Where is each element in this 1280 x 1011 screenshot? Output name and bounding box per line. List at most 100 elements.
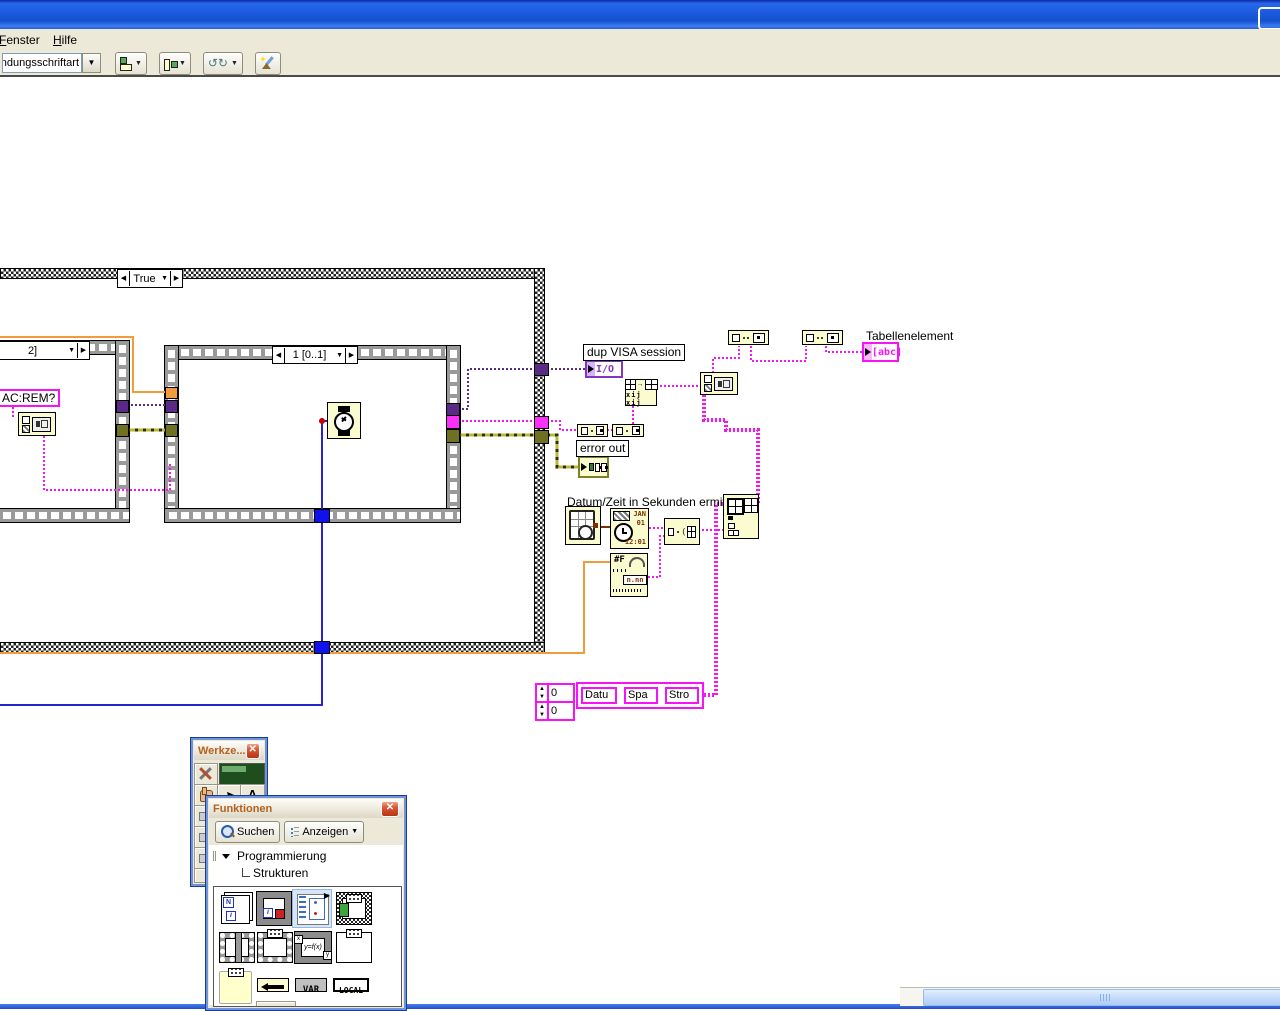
menu-fenster[interactable]: Fenster bbox=[0, 31, 42, 49]
table-element-label[interactable]: Tabellenelement bbox=[866, 329, 953, 343]
formula-node-icon[interactable]: y=f(x) x y bbox=[294, 931, 332, 964]
get-datetime-seconds-node[interactable] bbox=[565, 506, 601, 545]
scrollbar-thumb[interactable] bbox=[923, 989, 1280, 1006]
distribute-objects-button[interactable]: ▼ bbox=[158, 51, 191, 75]
case-next-icon[interactable]: ▶ bbox=[170, 271, 182, 286]
tree-row-strukturen[interactable]: Strukturen bbox=[209, 863, 403, 880]
case-selector-label[interactable]: ◀ True ▼ ▶ bbox=[117, 269, 183, 288]
string-function-node[interactable] bbox=[577, 424, 608, 437]
for-loop-icon[interactable]: N i bbox=[219, 892, 253, 925]
string-function-node[interactable] bbox=[728, 330, 769, 345]
disable-structure-icon[interactable] bbox=[336, 929, 372, 963]
array-index[interactable]: ▲ ▼ ▲ ▼ bbox=[537, 685, 549, 719]
string-array-indicator[interactable]: [abc] bbox=[862, 342, 903, 362]
tools-palette-titlebar[interactable]: Werkze... ✕ bbox=[194, 741, 264, 760]
string-function-node[interactable] bbox=[802, 330, 843, 345]
window-button-fragment[interactable] bbox=[1258, 7, 1280, 30]
sequence-next-icon[interactable]: ▶ bbox=[345, 347, 357, 363]
table-cell[interactable]: Datu bbox=[581, 687, 617, 704]
case-structure-right-border[interactable] bbox=[534, 268, 545, 653]
string-constant[interactable]: AC:REM? bbox=[0, 389, 61, 407]
string-wire bbox=[825, 346, 863, 353]
left-structure-next-icon[interactable]: ▶ bbox=[77, 343, 89, 358]
left-structure-bottom-border[interactable] bbox=[0, 508, 130, 523]
distribute-icon bbox=[163, 57, 178, 71]
tree-row-programmierung[interactable]: Programmierung bbox=[209, 845, 403, 863]
functions-palette-titlebar[interactable]: Funktionen ✕ bbox=[209, 799, 403, 818]
font-selector[interactable]: Anwendungsschriftart ▼ bbox=[2, 53, 101, 73]
error-out-indicator[interactable] bbox=[578, 456, 609, 478]
hash-f-glyph: #F bbox=[614, 555, 625, 565]
array-element[interactable]: 0 bbox=[549, 685, 573, 701]
align-objects-button[interactable]: ▼ bbox=[115, 51, 147, 75]
visa-write-node[interactable] bbox=[18, 412, 56, 436]
while-loop-icon[interactable]: i bbox=[256, 891, 292, 926]
auto-tool-button[interactable] bbox=[194, 763, 218, 785]
labview-block-diagram-window: { "window": { "menu": ["Fenster", "Hilfe… bbox=[0, 0, 1280, 1011]
chevron-down-icon[interactable]: ▼ bbox=[82, 53, 101, 73]
clock-icon bbox=[578, 525, 593, 540]
event-structure-icon[interactable] bbox=[336, 892, 372, 925]
error-out-label[interactable]: error out bbox=[576, 440, 630, 457]
dup-visa-session-label[interactable]: dup VISA session bbox=[583, 344, 686, 361]
case-prev-icon[interactable]: ◀ bbox=[118, 271, 130, 286]
feedback-node-icon[interactable] bbox=[257, 978, 289, 992]
string-wire bbox=[648, 535, 665, 578]
functions-palette[interactable]: Funktionen ✕ Suchen Anzeigen ▼ Programmi… bbox=[205, 795, 407, 1011]
sequence-selector-label[interactable]: ◀ 1 [0..1] ▼ ▶ bbox=[272, 346, 358, 364]
array-element[interactable]: 0 bbox=[549, 701, 573, 719]
auto-tool-led[interactable] bbox=[219, 763, 265, 785]
sequence-bottom-border[interactable] bbox=[164, 508, 461, 523]
case-name[interactable]: True bbox=[130, 273, 159, 285]
reorder-button[interactable]: ↺↻ ▼ bbox=[202, 51, 243, 75]
case-structure-top-border[interactable] bbox=[0, 268, 545, 279]
curve-arrow-icon bbox=[629, 557, 645, 567]
case-structure-bottom-border[interactable] bbox=[0, 642, 545, 653]
close-icon[interactable]: ✕ bbox=[381, 800, 399, 817]
table-cell[interactable]: Spa bbox=[624, 687, 658, 704]
tunnel-visa bbox=[165, 400, 178, 413]
menu-hilfe[interactable]: Hilfe bbox=[46, 31, 84, 49]
get-datetime-string-node[interactable]: JAN 01 12:01 bbox=[610, 508, 649, 549]
string-function-node[interactable] bbox=[612, 424, 644, 437]
local-variable-icon[interactable]: LOCAL bbox=[333, 978, 369, 995]
close-icon[interactable]: ✕ bbox=[245, 742, 260, 759]
case-dropdown-icon[interactable]: ▼ bbox=[161, 275, 168, 282]
flat-sequence-icon[interactable] bbox=[219, 932, 255, 963]
sequence-prev-icon[interactable]: ◀ bbox=[273, 347, 285, 363]
left-structure-selector-label[interactable]: 2] ▼ ▶ bbox=[0, 341, 90, 360]
search-button[interactable]: Suchen bbox=[215, 820, 281, 843]
tree-collapse-icon[interactable] bbox=[222, 853, 230, 859]
tunnel-dbl bbox=[165, 387, 178, 399]
terminal-arrow-icon bbox=[588, 365, 594, 373]
number-to-string-node[interactable]: #F n.nn bbox=[610, 553, 648, 597]
conditional-structure-icon[interactable] bbox=[219, 968, 252, 1004]
build-array-node[interactable]: ( bbox=[664, 518, 700, 545]
string-wire bbox=[712, 346, 740, 373]
sequence-frame[interactable]: 1 [0..1] bbox=[285, 349, 334, 361]
array-constant[interactable]: ▲ ▼ ▲ ▼ 0 0 bbox=[535, 683, 575, 721]
decorations-icon[interactable]: ▶ bbox=[256, 1001, 296, 1006]
abc-glyph: [abc] bbox=[872, 346, 903, 358]
shared-variable-icon[interactable]: VAR bbox=[295, 978, 327, 995]
wait-ms-node[interactable] bbox=[327, 402, 361, 439]
visa-resource-indicator[interactable]: I/O bbox=[585, 360, 623, 378]
horizontal-scrollbar[interactable] bbox=[900, 987, 1280, 1006]
table-cell[interactable]: Stro bbox=[665, 687, 699, 704]
visa-write-node[interactable] bbox=[700, 372, 738, 395]
cleanup-diagram-button[interactable] bbox=[254, 51, 281, 75]
case-structure-icon-hover[interactable]: ▶ bbox=[292, 889, 332, 928]
left-structure-frame[interactable]: 2] bbox=[0, 345, 66, 357]
error-wire bbox=[547, 433, 579, 469]
window-titlebar[interactable] bbox=[0, 0, 1280, 30]
build-table-node[interactable] bbox=[723, 494, 759, 539]
view-button[interactable]: Anzeigen ▼ bbox=[284, 820, 365, 843]
font-selector-value[interactable]: Anwendungsschriftart bbox=[2, 53, 82, 73]
left-structure-dropdown-icon[interactable]: ▼ bbox=[68, 347, 75, 354]
reorder-icon: ↺↻ bbox=[207, 56, 228, 70]
stacked-sequence-icon[interactable] bbox=[257, 929, 293, 963]
tunnel-string bbox=[446, 415, 460, 429]
sequence-dropdown-icon[interactable]: ▼ bbox=[336, 352, 343, 359]
table-header-constant[interactable]: Datu Spa Stro bbox=[576, 682, 704, 709]
array-function-node[interactable]: → xij xij bbox=[624, 378, 658, 407]
